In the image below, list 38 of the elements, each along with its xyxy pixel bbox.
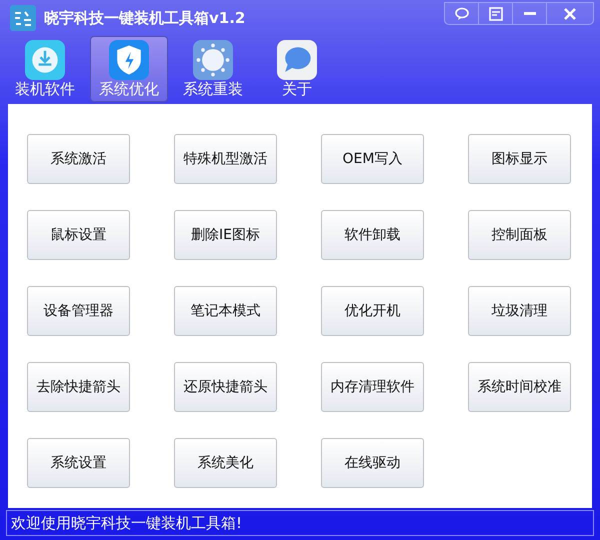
tool-button[interactable]: 图标显示 bbox=[468, 134, 571, 184]
sun-icon bbox=[191, 40, 235, 80]
tool-button[interactable]: 系统设置 bbox=[27, 438, 130, 488]
tab[interactable]: 装机软件 bbox=[6, 36, 84, 102]
tool-button[interactable]: 系统美化 bbox=[174, 438, 277, 488]
tool-button[interactable]: 软件卸载 bbox=[321, 210, 424, 260]
tab[interactable]: 关于 bbox=[258, 36, 336, 102]
feedback-button[interactable] bbox=[444, 2, 479, 25]
window-title: 晓宇科技一键装机工具箱v1.2 bbox=[44, 8, 246, 28]
tool-button[interactable]: 笔记本模式 bbox=[174, 286, 277, 336]
tool-button[interactable]: 系统激活 bbox=[27, 134, 130, 184]
tool-button[interactable]: OEM写入 bbox=[321, 134, 424, 184]
tool-button[interactable]: 特殊机型激活 bbox=[174, 134, 277, 184]
tool-button[interactable]: 垃圾清理 bbox=[468, 286, 571, 336]
tool-button[interactable]: 优化开机 bbox=[321, 286, 424, 336]
tool-button[interactable]: 鼠标设置 bbox=[27, 210, 130, 260]
tool-button[interactable]: 删除IE图标 bbox=[174, 210, 277, 260]
status-bar: 欢迎使用晓宇科技一键装机工具箱! bbox=[6, 510, 594, 536]
tab[interactable]: 系统重装 bbox=[174, 36, 252, 102]
tool-button[interactable]: 在线驱动 bbox=[321, 438, 424, 488]
tool-button[interactable]: 还原快捷箭头 bbox=[174, 362, 277, 412]
tool-button[interactable]: 系统时间校准 bbox=[468, 362, 571, 412]
window-icon bbox=[488, 6, 502, 20]
tool-button[interactable]: 去除快捷箭头 bbox=[27, 362, 130, 412]
tool-button[interactable]: 内存清理软件 bbox=[321, 362, 424, 412]
shield-icon bbox=[107, 40, 151, 80]
chat-icon bbox=[275, 40, 319, 80]
tool-button[interactable]: 设备管理器 bbox=[27, 286, 130, 336]
minimize-button[interactable] bbox=[512, 2, 547, 25]
minimize-icon bbox=[524, 12, 536, 15]
app-logo-icon bbox=[10, 5, 36, 31]
tab[interactable]: 系统优化 bbox=[90, 36, 168, 102]
tool-button[interactable]: 控制面板 bbox=[468, 210, 571, 260]
skin-button[interactable] bbox=[478, 2, 513, 25]
close-button[interactable] bbox=[546, 2, 594, 25]
download-icon bbox=[23, 40, 67, 80]
speech-bubble-icon bbox=[454, 6, 470, 20]
close-icon bbox=[563, 6, 577, 20]
